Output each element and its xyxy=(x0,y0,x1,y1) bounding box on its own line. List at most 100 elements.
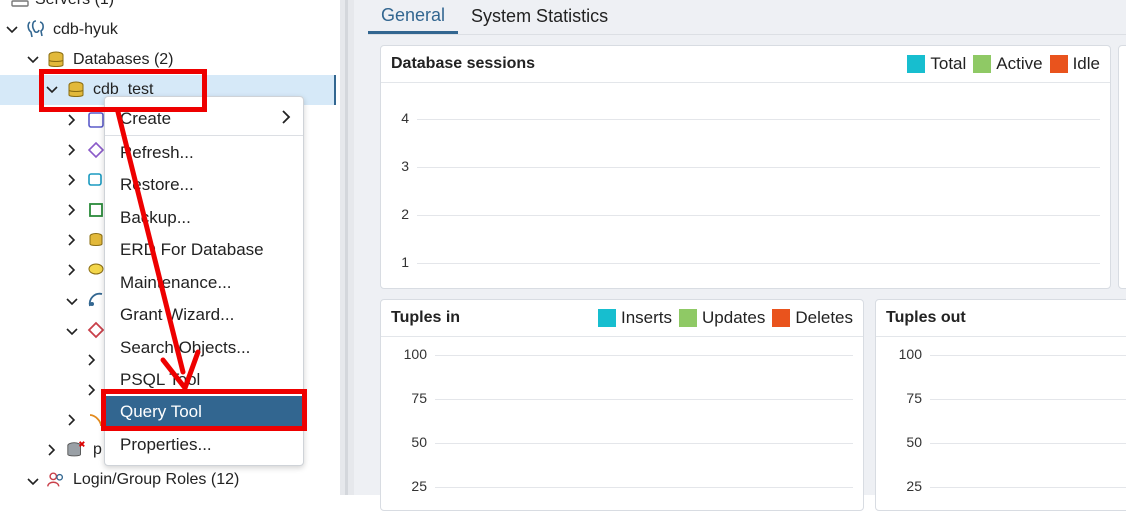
fdw-icon xyxy=(86,230,106,250)
menu-item-properties[interactable]: Properties... xyxy=(105,429,303,460)
annotation-box-query-tool xyxy=(101,389,307,431)
menu-item-label: Refresh... xyxy=(120,142,194,162)
chart-tuples-out: Tuples out 100 75 50 25 xyxy=(875,299,1126,511)
gridline xyxy=(435,399,853,400)
legend-label: Idle xyxy=(1072,54,1100,73)
tree-item-label: Servers (1) xyxy=(35,0,114,9)
catalogs-icon xyxy=(86,140,106,160)
panel-splitter[interactable] xyxy=(340,0,354,495)
gridline xyxy=(435,355,853,356)
legend-label: Inserts xyxy=(621,308,673,327)
chart-title: Tuples in xyxy=(391,309,461,326)
chart-header: Tuples out xyxy=(876,300,1126,337)
dashboard-tabs: General System Statistics xyxy=(368,0,621,34)
tab-general[interactable]: General xyxy=(368,0,459,34)
chevron-right-icon[interactable] xyxy=(65,173,79,187)
chevron-right-icon xyxy=(282,108,291,129)
splitter-grip[interactable] xyxy=(345,0,348,495)
chevron-right-icon[interactable] xyxy=(65,143,79,157)
menu-item-label: PSQL Tool xyxy=(120,369,201,389)
chevron-right-icon[interactable] xyxy=(65,203,79,217)
legend-label: Updates xyxy=(702,308,766,327)
publications-icon xyxy=(86,290,106,310)
chart-title: Database sessions xyxy=(391,55,536,72)
legend-swatch-idle xyxy=(1049,55,1068,73)
tree-item-label: Databases (2) xyxy=(73,51,174,68)
legend-label: Active xyxy=(996,54,1043,73)
chevron-right-icon[interactable] xyxy=(65,263,79,277)
menu-item-backup[interactable]: Backup... xyxy=(105,202,303,233)
chart-legend: Inserts Updates Deletes xyxy=(591,308,853,328)
legend-swatch-active xyxy=(973,55,992,73)
tree-item-server[interactable]: cdb-hyuk xyxy=(0,15,336,45)
legend-swatch-inserts xyxy=(598,309,616,327)
tree-item-login-roles[interactable]: Login/Group Roles (12) xyxy=(0,465,336,495)
extensions-icon xyxy=(86,200,106,220)
gridline xyxy=(930,399,1126,400)
tab-system-statistics[interactable]: System Statistics xyxy=(458,0,621,32)
y-tick-label: 2 xyxy=(401,206,409,222)
y-tick-label: 25 xyxy=(906,478,922,494)
selection-edge xyxy=(334,75,336,105)
postgres-elephant-icon xyxy=(26,19,46,39)
chart-tuples-in: Tuples in Inserts Updates Deletes 100 75… xyxy=(380,299,864,511)
tree-item-label: Login/Group Roles (12) xyxy=(73,471,240,488)
menu-item-label: Backup... xyxy=(120,207,191,227)
event-triggers-icon xyxy=(86,170,106,190)
tree-item-label: cdb-hyuk xyxy=(53,21,118,38)
chevron-right-icon[interactable] xyxy=(65,113,79,127)
languages-icon xyxy=(86,260,106,280)
chart-header: Tuples in Inserts Updates Deletes xyxy=(381,300,863,337)
legend-swatch-updates xyxy=(679,309,698,327)
menu-item-restore[interactable]: Restore... xyxy=(105,169,303,200)
databases-icon xyxy=(46,50,66,70)
gridline xyxy=(435,487,853,488)
gridline xyxy=(930,487,1126,488)
gridline xyxy=(417,167,1100,168)
chevron-down-icon[interactable] xyxy=(65,295,79,309)
menu-item-search-objects[interactable]: Search Objects... xyxy=(105,332,303,363)
menu-item-maintenance[interactable]: Maintenance... xyxy=(105,267,303,298)
y-tick-label: 75 xyxy=(411,390,427,406)
chevron-down-icon[interactable] xyxy=(26,53,40,67)
menu-item-label: Properties... xyxy=(120,434,212,454)
chart-legend: Total Active Idle xyxy=(900,54,1100,74)
schemas-icon xyxy=(86,320,106,340)
chevron-down-icon[interactable] xyxy=(5,23,19,37)
gridline xyxy=(417,263,1100,264)
menu-item-refresh[interactable]: Refresh... xyxy=(105,137,303,168)
menu-item-erd[interactable]: ERD For Database xyxy=(105,234,303,265)
server-group-icon xyxy=(10,0,30,10)
y-tick-label: 3 xyxy=(401,158,409,174)
chevron-right-icon[interactable] xyxy=(65,413,79,427)
menu-item-grant-wizard[interactable]: Grant Wizard... xyxy=(105,299,303,330)
chart-partial-right xyxy=(1118,45,1126,289)
y-tick-label: 1 xyxy=(401,254,409,270)
y-tick-label: 100 xyxy=(898,346,922,362)
chevron-right-icon[interactable] xyxy=(65,233,79,247)
y-tick-label: 25 xyxy=(411,478,427,494)
y-tick-label: 50 xyxy=(411,434,427,450)
legend-label: Deletes xyxy=(795,308,853,327)
tree-item-servers[interactable]: Servers (1) xyxy=(0,0,336,15)
menu-item-label: Restore... xyxy=(120,174,194,194)
legend-label: Total xyxy=(930,54,967,73)
annotation-box-database xyxy=(39,69,207,112)
gridline xyxy=(930,443,1126,444)
chart-header: Database sessions Total Active Idle xyxy=(381,46,1110,83)
menu-item-label: Search Objects... xyxy=(120,337,251,357)
chevron-right-icon[interactable] xyxy=(85,353,99,367)
tree-item-label: p xyxy=(93,441,102,458)
database-disconnected-icon xyxy=(66,440,86,460)
gridline xyxy=(417,119,1100,120)
legend-swatch-total xyxy=(907,55,926,73)
chevron-down-icon[interactable] xyxy=(26,475,40,489)
chevron-right-icon[interactable] xyxy=(85,383,99,397)
y-tick-label: 75 xyxy=(906,390,922,406)
menu-item-label: Maintenance... xyxy=(120,272,232,292)
dashboard-panel: General System Statistics Database sessi… xyxy=(354,0,1126,511)
chevron-down-icon[interactable] xyxy=(65,325,79,339)
tabs-divider xyxy=(368,34,1126,35)
menu-separator xyxy=(105,135,303,136)
chevron-right-icon[interactable] xyxy=(45,443,59,457)
